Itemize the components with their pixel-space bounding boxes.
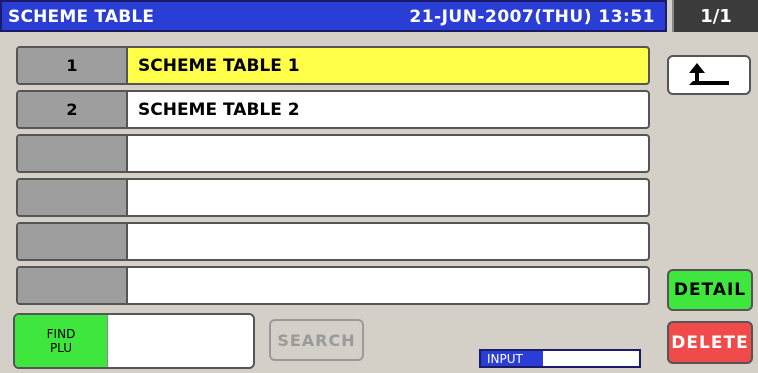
table-row[interactable] <box>16 222 650 261</box>
back-button[interactable] <box>667 55 751 95</box>
table-row[interactable]: 1 SCHEME TABLE 1 <box>16 46 650 85</box>
table-row[interactable]: 2 SCHEME TABLE 2 <box>16 90 650 129</box>
find-plu-field[interactable]: FIND PLU <box>13 313 255 369</box>
table-row[interactable] <box>16 266 650 305</box>
row-number <box>18 180 128 215</box>
row-number <box>18 224 128 259</box>
search-button[interactable]: SEARCH <box>269 319 364 361</box>
find-plu-button[interactable]: FIND PLU <box>15 315 108 367</box>
datetime-display: 21-JUN-2007(THU) 13:51 <box>409 7 655 27</box>
table-row[interactable] <box>16 178 650 217</box>
find-plu-label-line2: PLU <box>49 341 73 355</box>
row-name: SCHEME TABLE 1 <box>138 55 300 76</box>
input-label: INPUT <box>481 351 543 366</box>
row-number <box>18 268 128 303</box>
row-number <box>18 136 128 171</box>
input-indicator: INPUT <box>479 349 641 368</box>
row-number: 2 <box>18 92 128 127</box>
row-name: SCHEME TABLE 2 <box>138 99 300 120</box>
row-number: 1 <box>18 48 128 83</box>
table-row[interactable] <box>16 134 650 173</box>
screen-title: SCHEME TABLE <box>8 7 155 27</box>
title-bar: SCHEME TABLE 21-JUN-2007(THU) 13:51 <box>0 0 667 32</box>
delete-button[interactable]: DELETE <box>667 321 753 364</box>
back-arrow-icon <box>689 63 729 85</box>
detail-button[interactable]: DETAIL <box>667 269 753 311</box>
find-plu-label-line1: FIND <box>46 327 76 341</box>
page-indicator: 1/1 <box>672 0 758 32</box>
